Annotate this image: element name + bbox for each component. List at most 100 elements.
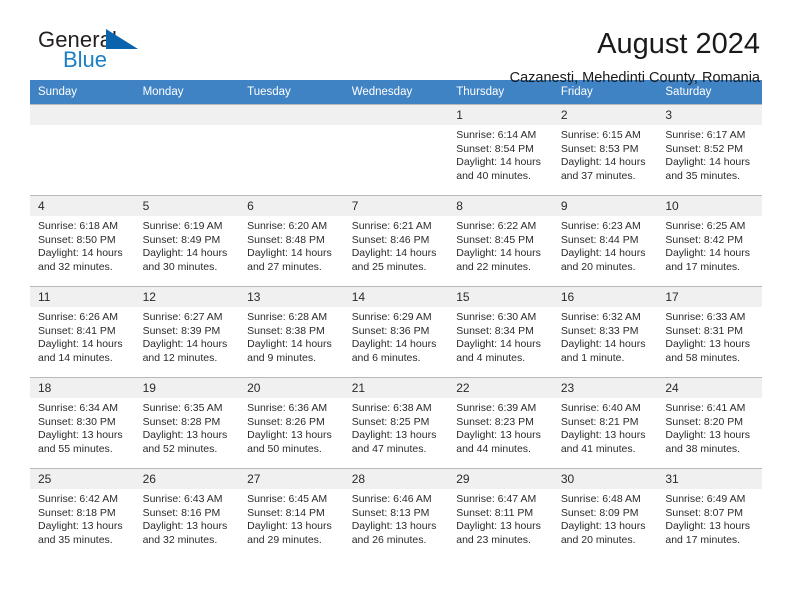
day-cell-inner: 30 Sunrise: 6:48 AM Sunset: 8:09 PM Dayligh…	[552, 469, 658, 559]
calendar-day-cell[interactable]: 21 Sunrise: 6:38 AM Sunset: 8:25 PM Dayligh…	[343, 377, 449, 469]
calendar-day-cell[interactable]: 25 Sunrise: 6:42 AM Sunset: 8:18 PM Dayligh…	[30, 468, 135, 559]
daylight-duration-line1: Daylight: 14 hours	[142, 247, 228, 260]
sunset-time: Sunset: 8:33 PM	[560, 324, 639, 337]
day-details	[135, 125, 240, 129]
calendar-day-cell[interactable]: 9 Sunrise: 6:23 AM Sunset: 8:44 PM Daylight…	[552, 195, 658, 287]
calendar-day-cell[interactable]: 30 Sunrise: 6:48 AM Sunset: 8:09 PM Dayligh…	[552, 468, 658, 559]
day-cell-inner: 2 Sunrise: 6:15 AM Sunset: 8:53 PM Daylight…	[552, 105, 658, 195]
daylight-duration-line1: Daylight: 14 hours	[247, 247, 332, 260]
calendar-day-cell[interactable]: 13 Sunrise: 6:28 AM Sunset: 8:38 PM Dayligh…	[239, 286, 344, 378]
daylight-duration-line1: Daylight: 13 hours	[247, 429, 332, 442]
day-cell-inner: 26 Sunrise: 6:43 AM Sunset: 8:16 PM Dayligh…	[134, 469, 240, 559]
day-number	[134, 105, 240, 125]
day-details	[30, 125, 135, 129]
calendar-day-cell[interactable]: 28 Sunrise: 6:46 AM Sunset: 8:13 PM Dayligh…	[343, 468, 449, 559]
calendar-day-cell[interactable]: 17 Sunrise: 6:33 AM Sunset: 8:31 PM Dayligh…	[657, 286, 762, 378]
sunset-time: Sunset: 8:54 PM	[456, 142, 534, 155]
daylight-duration-line1: Daylight: 13 hours	[142, 520, 228, 533]
calendar-day-cell[interactable]: 27 Sunrise: 6:45 AM Sunset: 8:14 PM Dayligh…	[239, 468, 344, 559]
sunset-time: Sunset: 8:25 PM	[351, 415, 430, 428]
sunset-time: Sunset: 8:09 PM	[560, 506, 639, 519]
daylight-duration-line1: Daylight: 14 hours	[351, 338, 437, 351]
day-cell-inner: 12 Sunrise: 6:27 AM Sunset: 8:39 PM Dayligh…	[134, 287, 240, 377]
daylight-duration-line1: Daylight: 13 hours	[38, 520, 123, 533]
calendar-day-cell[interactable]: 15 Sunrise: 6:30 AM Sunset: 8:34 PM Dayligh…	[448, 286, 553, 378]
daylight-duration-line1: Daylight: 14 hours	[456, 156, 541, 169]
weekday-header-wednesday: Wednesday	[343, 80, 449, 105]
calendar-day-cell[interactable]: 20 Sunrise: 6:36 AM Sunset: 8:26 PM Dayligh…	[239, 377, 344, 469]
calendar-day-cell[interactable]: 23 Sunrise: 6:40 AM Sunset: 8:21 PM Dayligh…	[552, 377, 658, 469]
sunrise-time: Sunrise: 6:34 AM	[38, 402, 118, 414]
calendar-day-cell[interactable]: 10 Sunrise: 6:25 AM Sunset: 8:42 PM Dayligh…	[657, 195, 762, 287]
daylight-duration-line1: Daylight: 13 hours	[665, 520, 751, 533]
day-number: 3	[657, 105, 762, 125]
day-details: Sunrise: 6:21 AM Sunset: 8:46 PM Daylight:…	[344, 216, 449, 274]
sunset-time: Sunset: 8:30 PM	[38, 415, 116, 428]
sunrise-time: Sunrise: 6:42 AM	[38, 493, 118, 505]
daylight-duration-line1: Daylight: 13 hours	[456, 520, 541, 533]
calendar-week-row: 4 Sunrise: 6:18 AM Sunset: 8:50 PM Daylight…	[30, 195, 762, 287]
day-number: 28	[343, 469, 449, 489]
daylight-duration-line2: and 55 minutes.	[38, 442, 113, 455]
sunrise-time: Sunrise: 6:39 AM	[456, 402, 537, 414]
day-cell-inner	[134, 105, 240, 195]
sunset-time: Sunset: 8:21 PM	[560, 415, 639, 428]
sunrise-time: Sunrise: 6:36 AM	[247, 402, 328, 414]
day-cell-inner: 3 Sunrise: 6:17 AM Sunset: 8:52 PM Daylight…	[657, 105, 762, 195]
calendar-day-cell[interactable]: 8 Sunrise: 6:22 AM Sunset: 8:45 PM Daylight…	[448, 195, 553, 287]
calendar-day-cell[interactable]: 1 Sunrise: 6:14 AM Sunset: 8:54 PM Daylight…	[448, 104, 553, 196]
sunrise-time: Sunrise: 6:25 AM	[665, 220, 746, 232]
calendar-day-cell[interactable]: 16 Sunrise: 6:32 AM Sunset: 8:33 PM Dayligh…	[552, 286, 658, 378]
calendar-day-cell[interactable]: 7 Sunrise: 6:21 AM Sunset: 8:46 PM Daylight…	[343, 195, 449, 287]
daylight-duration-line1: Daylight: 14 hours	[665, 247, 751, 260]
calendar-day-cell[interactable]: 18 Sunrise: 6:34 AM Sunset: 8:30 PM Dayligh…	[30, 377, 135, 469]
calendar-day-cell[interactable]: 14 Sunrise: 6:29 AM Sunset: 8:36 PM Dayligh…	[343, 286, 449, 378]
daylight-duration-line2: and 38 minutes.	[665, 442, 741, 455]
calendar-cell-empty	[239, 104, 344, 196]
calendar-day-cell[interactable]: 24 Sunrise: 6:41 AM Sunset: 8:20 PM Dayligh…	[657, 377, 762, 469]
day-number: 9	[552, 196, 658, 216]
sunset-time: Sunset: 8:07 PM	[665, 506, 744, 519]
day-number: 21	[343, 378, 449, 398]
day-number: 29	[448, 469, 553, 489]
sunset-time: Sunset: 8:53 PM	[560, 142, 639, 155]
calendar-day-cell[interactable]: 6 Sunrise: 6:20 AM Sunset: 8:48 PM Daylight…	[239, 195, 344, 287]
calendar-day-cell[interactable]: 11 Sunrise: 6:26 AM Sunset: 8:41 PM Dayligh…	[30, 286, 135, 378]
daylight-duration-line2: and 44 minutes.	[456, 442, 531, 455]
day-cell-inner: 17 Sunrise: 6:33 AM Sunset: 8:31 PM Dayligh…	[657, 287, 762, 377]
sunset-time: Sunset: 8:13 PM	[351, 506, 430, 519]
sunrise-time: Sunrise: 6:15 AM	[560, 129, 641, 141]
sunset-time: Sunset: 8:42 PM	[665, 233, 744, 246]
calendar-day-cell[interactable]: 3 Sunrise: 6:17 AM Sunset: 8:52 PM Daylight…	[657, 104, 762, 196]
sunrise-time: Sunrise: 6:28 AM	[247, 311, 328, 323]
brand-logo[interactable]: General Blue	[30, 27, 166, 75]
day-cell-inner: 21 Sunrise: 6:38 AM Sunset: 8:25 PM Dayligh…	[343, 378, 449, 468]
calendar-day-cell[interactable]: 22 Sunrise: 6:39 AM Sunset: 8:23 PM Dayligh…	[448, 377, 553, 469]
calendar-day-cell[interactable]: 19 Sunrise: 6:35 AM Sunset: 8:28 PM Dayligh…	[134, 377, 240, 469]
daylight-duration-line2: and 58 minutes.	[665, 351, 741, 364]
calendar-day-cell[interactable]: 29 Sunrise: 6:47 AM Sunset: 8:11 PM Dayligh…	[448, 468, 553, 559]
day-number: 22	[448, 378, 553, 398]
calendar-day-cell[interactable]: 12 Sunrise: 6:27 AM Sunset: 8:39 PM Dayligh…	[134, 286, 240, 378]
day-details	[239, 125, 344, 129]
daylight-duration-line2: and 6 minutes.	[351, 351, 421, 364]
calendar-day-cell[interactable]: 5 Sunrise: 6:19 AM Sunset: 8:49 PM Daylight…	[134, 195, 240, 287]
day-number: 11	[30, 287, 135, 307]
day-number: 13	[239, 287, 344, 307]
day-number: 7	[343, 196, 449, 216]
day-details: Sunrise: 6:15 AM Sunset: 8:53 PM Daylight:…	[553, 125, 658, 183]
day-details: Sunrise: 6:43 AM Sunset: 8:16 PM Daylight:…	[135, 489, 240, 547]
day-number: 20	[239, 378, 344, 398]
daylight-duration-line1: Daylight: 13 hours	[665, 338, 751, 351]
sunset-time: Sunset: 8:16 PM	[142, 506, 221, 519]
day-details: Sunrise: 6:39 AM Sunset: 8:23 PM Daylight:…	[448, 398, 553, 456]
calendar-day-cell[interactable]: 2 Sunrise: 6:15 AM Sunset: 8:53 PM Daylight…	[552, 104, 658, 196]
calendar-day-cell[interactable]: 26 Sunrise: 6:43 AM Sunset: 8:16 PM Dayligh…	[134, 468, 240, 559]
day-cell-inner: 8 Sunrise: 6:22 AM Sunset: 8:45 PM Daylight…	[448, 196, 553, 286]
daylight-duration-line2: and 12 minutes.	[142, 351, 218, 364]
calendar-day-cell[interactable]: 4 Sunrise: 6:18 AM Sunset: 8:50 PM Daylight…	[30, 195, 135, 287]
day-details: Sunrise: 6:33 AM Sunset: 8:31 PM Daylight:…	[657, 307, 762, 365]
day-details: Sunrise: 6:38 AM Sunset: 8:25 PM Daylight:…	[344, 398, 449, 456]
calendar-day-cell[interactable]: 31 Sunrise: 6:49 AM Sunset: 8:07 PM Dayligh…	[657, 468, 762, 559]
page-title: August 2024	[597, 28, 760, 60]
